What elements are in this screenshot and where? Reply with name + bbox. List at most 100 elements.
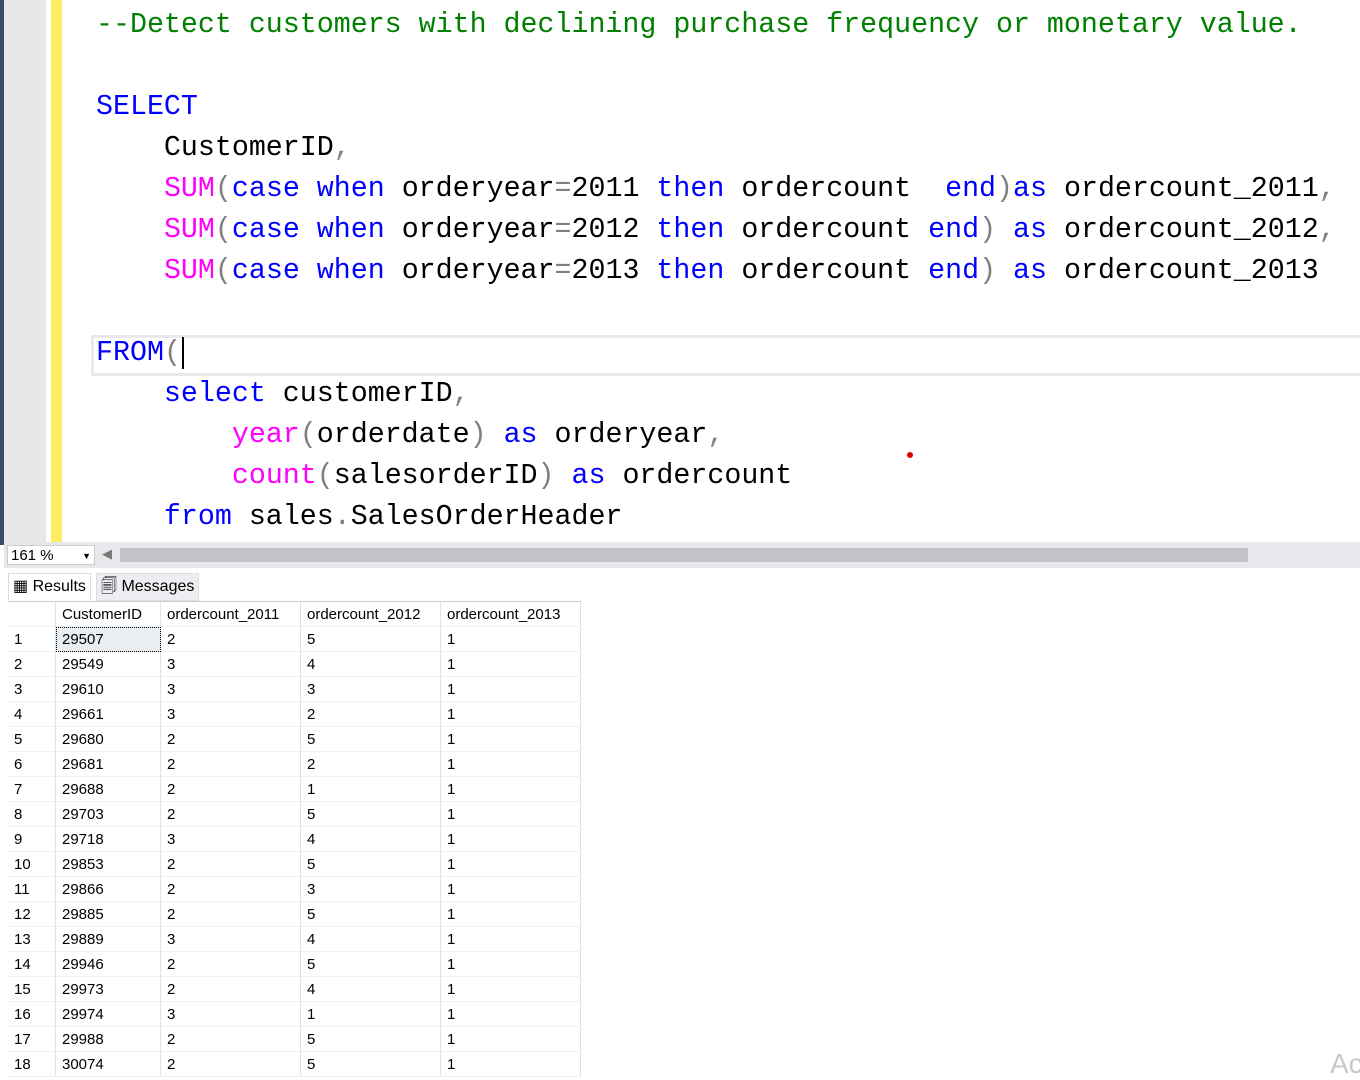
- grid-cell[interactable]: 3: [160, 926, 301, 952]
- grid-cell[interactable]: 29885: [55, 901, 161, 927]
- table-row[interactable]: 3 29610 3 3 1: [8, 676, 581, 702]
- row-number[interactable]: 1: [8, 626, 56, 652]
- grid-cell[interactable]: 3: [300, 876, 441, 902]
- grid-cell[interactable]: 1: [440, 851, 581, 877]
- grid-cell[interactable]: 2: [300, 701, 441, 727]
- row-number[interactable]: 18: [8, 1051, 56, 1077]
- grid-cell[interactable]: 4: [300, 926, 441, 952]
- row-number[interactable]: 9: [8, 826, 56, 852]
- table-row[interactable]: 16 29974 3 1 1: [8, 1001, 581, 1027]
- grid-cell[interactable]: 29946: [55, 951, 161, 977]
- row-number[interactable]: 11: [8, 876, 56, 902]
- grid-cell[interactable]: 29866: [55, 876, 161, 902]
- table-row[interactable]: 1 29507 2 5 1: [8, 626, 581, 652]
- grid-cell[interactable]: 1: [440, 701, 581, 727]
- grid-cell[interactable]: 5: [300, 1026, 441, 1052]
- grid-cell[interactable]: 2: [160, 851, 301, 877]
- grid-cell[interactable]: 1: [440, 726, 581, 752]
- grid-cell[interactable]: 2: [160, 726, 301, 752]
- grid-cell[interactable]: 29889: [55, 926, 161, 952]
- scroll-left-icon[interactable]: ◀: [102, 546, 112, 562]
- column-header[interactable]: ordercount_2013: [440, 602, 581, 627]
- grid-cell[interactable]: 3: [160, 651, 301, 677]
- row-number[interactable]: 16: [8, 1001, 56, 1027]
- grid-cell[interactable]: 2: [160, 876, 301, 902]
- grid-cell[interactable]: 29688: [55, 776, 161, 802]
- tab-messages[interactable]: 🗐 Messages: [96, 573, 200, 601]
- grid-cell[interactable]: 3: [160, 1001, 301, 1027]
- grid-cell[interactable]: 1: [440, 901, 581, 927]
- row-number[interactable]: 5: [8, 726, 56, 752]
- grid-cell[interactable]: 5: [300, 726, 441, 752]
- column-header[interactable]: ordercount_2012: [300, 602, 441, 627]
- code-line[interactable]: select customerID,: [96, 377, 470, 411]
- grid-cell[interactable]: 3: [160, 826, 301, 852]
- row-number[interactable]: 12: [8, 901, 56, 927]
- results-grid[interactable]: CustomerID ordercount_2011 ordercount_2012…: [8, 601, 581, 1077]
- row-number[interactable]: 14: [8, 951, 56, 977]
- grid-cell[interactable]: 29680: [55, 726, 161, 752]
- grid-cell[interactable]: 1: [440, 1051, 581, 1077]
- grid-cell[interactable]: 5: [300, 801, 441, 827]
- grid-cell[interactable]: 1: [440, 801, 581, 827]
- grid-cell[interactable]: 2: [300, 751, 441, 777]
- code-line[interactable]: SUM(case when orderyear=2013 then orderc…: [96, 254, 1319, 288]
- grid-cell[interactable]: 3: [160, 701, 301, 727]
- grid-cell[interactable]: 29661: [55, 701, 161, 727]
- grid-cell[interactable]: 5: [300, 1051, 441, 1077]
- grid-cell[interactable]: 29988: [55, 1026, 161, 1052]
- row-number[interactable]: 7: [8, 776, 56, 802]
- code-line[interactable]: SUM(case when orderyear=2011 then orderc…: [96, 172, 1336, 206]
- grid-cell[interactable]: 5: [300, 951, 441, 977]
- grid-cell[interactable]: 1: [440, 951, 581, 977]
- grid-cell[interactable]: 1: [300, 1001, 441, 1027]
- column-header[interactable]: ordercount_2011: [160, 602, 301, 627]
- table-row[interactable]: 5 29680 2 5 1: [8, 726, 581, 752]
- table-row[interactable]: 2 29549 3 4 1: [8, 651, 581, 677]
- code-line[interactable]: year(orderdate) as orderyear,: [96, 418, 724, 452]
- table-row[interactable]: 18 30074 2 5 1: [8, 1051, 581, 1077]
- table-row[interactable]: 8 29703 2 5 1: [8, 801, 581, 827]
- column-header[interactable]: CustomerID: [55, 602, 161, 627]
- grid-cell[interactable]: 1: [440, 926, 581, 952]
- row-number[interactable]: 17: [8, 1026, 56, 1052]
- grid-cell[interactable]: 1: [440, 876, 581, 902]
- grid-cell[interactable]: 4: [300, 976, 441, 1002]
- grid-cell[interactable]: 5: [300, 626, 441, 652]
- code-line[interactable]: count(salesorderID) as ordercount: [96, 459, 792, 493]
- table-row[interactable]: 15 29973 2 4 1: [8, 976, 581, 1002]
- row-number[interactable]: 3: [8, 676, 56, 702]
- table-row[interactable]: 17 29988 2 5 1: [8, 1026, 581, 1052]
- grid-cell[interactable]: 1: [440, 1026, 581, 1052]
- row-number[interactable]: 8: [8, 801, 56, 827]
- zoom-select[interactable]: 161 % ▼: [7, 545, 95, 565]
- row-number[interactable]: 4: [8, 701, 56, 727]
- grid-cell[interactable]: 2: [160, 1026, 301, 1052]
- grid-cell[interactable]: 29681: [55, 751, 161, 777]
- code-line[interactable]: SELECT: [96, 90, 198, 124]
- grid-cell[interactable]: 29718: [55, 826, 161, 852]
- row-number[interactable]: 10: [8, 851, 56, 877]
- grid-cell[interactable]: 29507: [55, 626, 161, 652]
- table-row[interactable]: 13 29889 3 4 1: [8, 926, 581, 952]
- code-line[interactable]: from sales.SalesOrderHeader: [96, 500, 623, 534]
- grid-cell[interactable]: 29610: [55, 676, 161, 702]
- grid-cell[interactable]: 1: [440, 676, 581, 702]
- grid-cell[interactable]: 29549: [55, 651, 161, 677]
- grid-cell[interactable]: 2: [160, 976, 301, 1002]
- table-row[interactable]: 9 29718 3 4 1: [8, 826, 581, 852]
- grid-cell[interactable]: 1: [440, 626, 581, 652]
- grid-cell[interactable]: 2: [160, 951, 301, 977]
- code-line[interactable]: FROM(: [96, 336, 184, 370]
- code-line[interactable]: CustomerID,: [96, 131, 351, 165]
- sql-editor[interactable]: --Detect customers with declining purcha…: [62, 0, 1360, 542]
- row-number[interactable]: 6: [8, 751, 56, 777]
- grid-cell[interactable]: 1: [300, 776, 441, 802]
- grid-cell[interactable]: 30074: [55, 1051, 161, 1077]
- row-number[interactable]: 15: [8, 976, 56, 1002]
- grid-cell[interactable]: 1: [440, 651, 581, 677]
- grid-cell[interactable]: 2: [160, 801, 301, 827]
- grid-cell[interactable]: 2: [160, 626, 301, 652]
- grid-cell[interactable]: 1: [440, 751, 581, 777]
- grid-cell[interactable]: 29853: [55, 851, 161, 877]
